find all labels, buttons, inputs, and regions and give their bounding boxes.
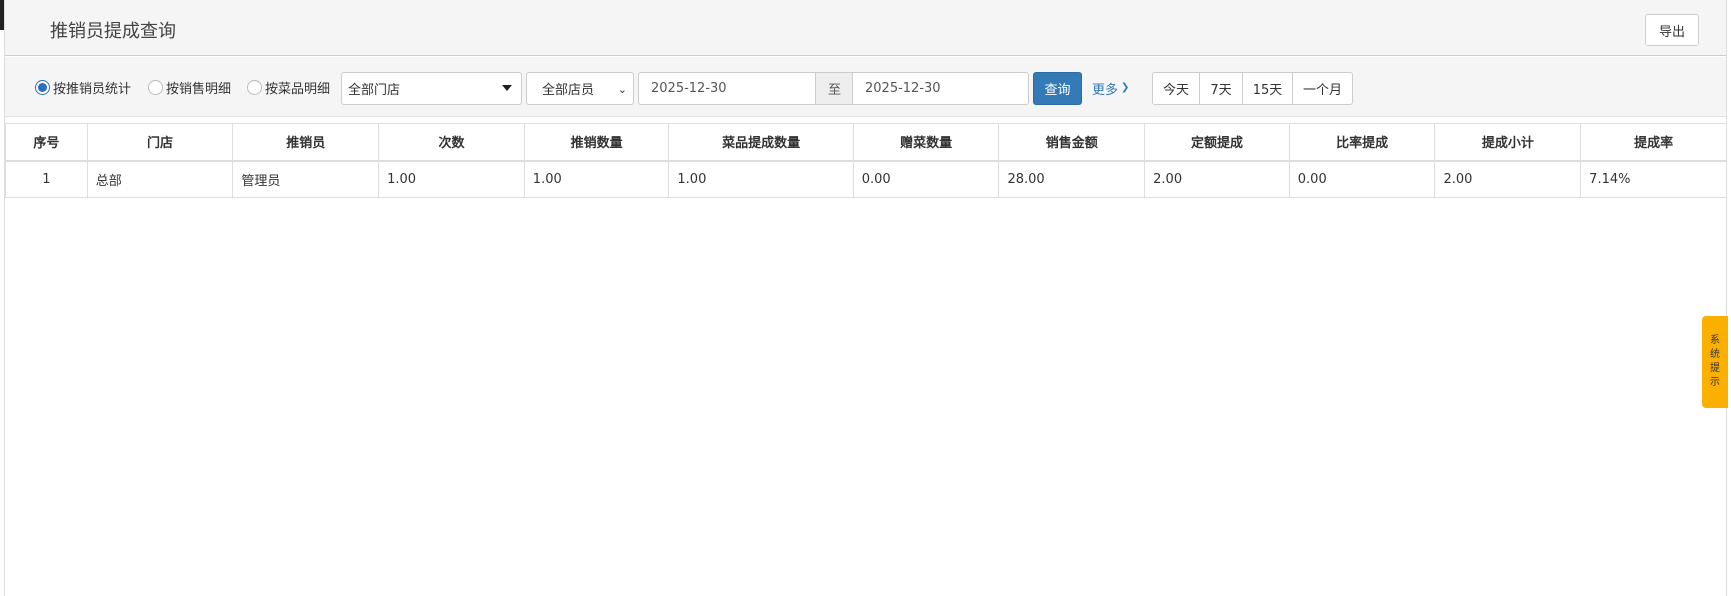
radio-label: 按菜品明细 (265, 82, 331, 97)
radio-by-salesperson[interactable]: 按推销员统计 (35, 78, 131, 97)
table-cell: 1.00 (378, 160, 525, 198)
main-frame: 推销员提成查询 导出 按推销员统计 按销售明细 按菜品明细 全部门店 全部店员 … (4, 0, 1728, 596)
table-cell: 1.00 (523, 160, 670, 198)
range-today-button[interactable]: 今天 (1152, 72, 1200, 105)
date-to-value: 2025-12-30 (865, 81, 941, 96)
column-header[interactable]: 推销员 (232, 123, 380, 162)
column-header[interactable]: 赠菜数量 (852, 123, 1000, 162)
caret-down-icon (502, 85, 512, 91)
table-cell: 0.00 (852, 160, 1000, 198)
system-tips-tab[interactable]: 系 统 提 示 (1702, 316, 1728, 408)
date-to-input[interactable]: 2025-12-30 (852, 72, 1029, 105)
radio-label: 按销售明细 (166, 82, 232, 97)
range-15days-button[interactable]: 15天 (1242, 72, 1293, 105)
store-select[interactable]: 全部门店 (341, 72, 522, 105)
commission-table: 序号 门店 推销员 次数 推销数量 菜品提成数量 赠菜数量 销售金额 定额提成 … (5, 123, 1727, 198)
staff-select[interactable]: 全部店员 ⌄ (526, 72, 634, 105)
column-header[interactable]: 推销数量 (523, 123, 670, 162)
column-header[interactable]: 序号 (5, 123, 88, 162)
table-cell: 管理员 (232, 160, 380, 198)
page-title: 推销员提成查询 (50, 21, 176, 42)
column-header[interactable]: 次数 (378, 123, 525, 162)
range-7days-button[interactable]: 7天 (1199, 72, 1243, 105)
side-tab-char: 提 (1710, 363, 1720, 374)
filter-toolbar: 按推销员统计 按销售明细 按菜品明细 全部门店 全部店员 ⌄ 2025-12-3… (5, 57, 1726, 117)
table-cell: 总部 (86, 160, 234, 198)
radio-label: 按推销员统计 (53, 82, 132, 97)
staff-select-value: 全部店员 (542, 83, 595, 98)
column-header[interactable]: 比率提成 (1288, 123, 1436, 162)
radio-button[interactable] (247, 80, 262, 95)
radio-button[interactable] (35, 80, 50, 95)
table-cell: 2.00 (1434, 160, 1582, 198)
radio-by-sales-detail[interactable]: 按销售明细 (148, 78, 231, 97)
table-cell: 28.00 (998, 160, 1146, 198)
table-cell: 1 (5, 160, 88, 198)
column-header[interactable]: 销售金额 (998, 123, 1146, 162)
more-label: 更多 (1092, 83, 1119, 98)
chevron-down-icon: ❯ (1121, 82, 1130, 93)
column-header[interactable]: 提成小计 (1434, 123, 1582, 162)
column-header[interactable]: 门店 (86, 123, 234, 162)
date-from-value: 2025-12-30 (651, 81, 727, 96)
range-1month-button[interactable]: 一个月 (1292, 72, 1353, 105)
date-range-buttons: 今天 7天 15天 一个月 (1152, 72, 1353, 105)
date-separator: 至 (816, 72, 853, 105)
table-header-row: 序号 门店 推销员 次数 推销数量 菜品提成数量 赠菜数量 销售金额 定额提成 … (5, 123, 1727, 162)
page-header: 推销员提成查询 导出 (5, 0, 1726, 56)
column-header[interactable]: 提成率 (1580, 123, 1727, 162)
more-filters-link[interactable]: 更多 ❯ (1092, 79, 1129, 98)
column-header[interactable]: 定额提成 (1144, 123, 1290, 162)
date-from-input[interactable]: 2025-12-30 (638, 72, 816, 105)
table-cell: 0.00 (1288, 160, 1436, 198)
side-tab-char: 统 (1710, 349, 1720, 360)
column-header[interactable]: 菜品提成数量 (668, 123, 854, 162)
table-row[interactable]: 1 总部 管理员 1.00 1.00 1.00 0.00 28.00 2.00 … (5, 160, 1727, 198)
chevron-down-icon: ⌄ (617, 83, 627, 96)
table-cell: 1.00 (668, 160, 854, 198)
export-button[interactable]: 导出 (1645, 14, 1699, 46)
store-select-value: 全部门店 (348, 83, 401, 98)
radio-button[interactable] (148, 80, 163, 95)
table-cell: 7.14% (1580, 160, 1727, 198)
table-cell: 2.00 (1144, 160, 1290, 198)
side-tab-char: 示 (1710, 377, 1720, 388)
query-button[interactable]: 查询 (1033, 72, 1082, 105)
radio-by-dish-detail[interactable]: 按菜品明细 (247, 78, 330, 97)
side-tab-char: 系 (1710, 335, 1720, 346)
